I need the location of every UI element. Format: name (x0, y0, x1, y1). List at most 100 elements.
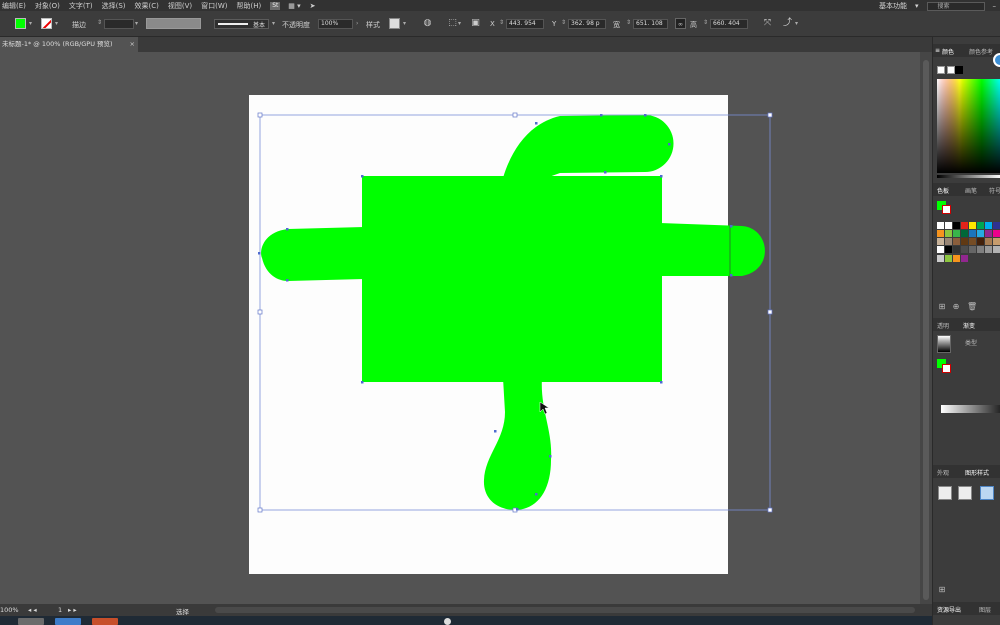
width-stepper[interactable]: ⇕ (626, 19, 631, 26)
gradient-slider[interactable] (941, 405, 1000, 413)
taskbar-app-3[interactable] (92, 618, 118, 625)
menu-help[interactable]: 帮助(H) (237, 1, 262, 11)
align-to-icon[interactable]: ⬚ (447, 18, 458, 29)
swatch-group-purple[interactable] (961, 255, 968, 262)
y-stepper[interactable]: ⇕ (561, 19, 566, 26)
artboard-nav-icon[interactable]: ◂ ◂ (28, 606, 37, 614)
swatch-mid-blue[interactable] (969, 230, 976, 237)
minimize-icon[interactable]: – (993, 2, 997, 10)
swatch-white[interactable] (945, 222, 952, 229)
swatch-tan[interactable] (937, 238, 944, 245)
more-options-icon[interactable]: ▾ (795, 20, 798, 27)
taskbar-app-1[interactable] (18, 618, 44, 625)
tab-gradient[interactable]: 渐变 (963, 321, 975, 330)
swatch-none[interactable] (937, 222, 944, 229)
swatch-taupe[interactable] (945, 238, 952, 245)
green-shape[interactable] (261, 115, 765, 510)
swatch-sky[interactable] (977, 230, 984, 237)
horizontal-scrollbar[interactable] (215, 607, 915, 613)
stroke-weight-field[interactable] (104, 19, 134, 29)
swatch-camel[interactable] (985, 238, 992, 245)
tab-symbols[interactable]: 符号 (989, 186, 1000, 195)
swatch-cyan[interactable] (985, 222, 992, 229)
swatch-green[interactable] (977, 222, 984, 229)
graphic-styles-library-icon[interactable]: ⊞ (937, 585, 947, 595)
taskbar-app-2[interactable] (55, 618, 81, 625)
swatch-dark-green[interactable] (961, 230, 968, 237)
artboard-number[interactable]: 1 (58, 606, 62, 614)
swatch-gray-50[interactable] (977, 246, 984, 253)
stroke-weight-dropdown-icon[interactable]: ▾ (135, 20, 138, 27)
fill-swatch[interactable] (15, 18, 26, 29)
vertical-scroll-thumb[interactable] (923, 60, 929, 600)
height-stepper[interactable]: ⇕ (703, 19, 708, 26)
x-stepper[interactable]: ⇕ (499, 19, 504, 26)
swatch-brown[interactable] (953, 238, 960, 245)
swatch-gray-60[interactable] (969, 246, 976, 253)
graphic-style-default[interactable] (938, 486, 952, 500)
color-fill-mini[interactable] (937, 66, 945, 74)
swatch-black[interactable] (953, 222, 960, 229)
tab-color-guide[interactable]: 颜色参考 (969, 47, 993, 56)
stroke-weight-stepper[interactable]: ⇕ (97, 19, 102, 26)
swatch-libraries-icon[interactable]: ⊞ (937, 302, 947, 312)
height-field[interactable]: 660. 404 (710, 19, 748, 29)
reference-point-icon[interactable]: ▣ (470, 18, 481, 29)
graphic-style-3[interactable] (980, 486, 994, 500)
style-dropdown-icon[interactable]: ▾ (403, 20, 406, 27)
swatch-red[interactable] (961, 222, 968, 229)
swatch-sand[interactable] (993, 238, 1000, 245)
vertical-scrollbar[interactable] (920, 52, 932, 605)
menu-edit[interactable]: 编辑(E) (2, 1, 26, 11)
tab-layers[interactable]: 图层 (979, 605, 991, 614)
swatch-lime[interactable] (945, 230, 952, 237)
menu-type[interactable]: 文字(T) (69, 1, 93, 11)
swatch-group-green[interactable] (945, 255, 952, 262)
document-tab[interactable]: 未标题-1* @ 100% (RGB/GPU 预览) × (0, 37, 138, 52)
swatch-gray-80[interactable] (953, 246, 960, 253)
color-white-mini[interactable] (947, 66, 955, 74)
gradient-stroke-swatch[interactable] (942, 364, 951, 373)
artboard-next-icon[interactable]: ▸ ▸ (68, 606, 77, 614)
menu-select[interactable]: 选择(S) (102, 1, 126, 11)
workspace-dropdown-icon[interactable]: ▾ (915, 2, 919, 10)
x-field[interactable]: 443. 954 (506, 19, 544, 29)
opacity-field[interactable]: 100% (318, 19, 353, 29)
align-dropdown-icon[interactable]: ▾ (458, 20, 461, 27)
swatch-group-orange[interactable] (953, 255, 960, 262)
recolor-artwork-icon[interactable]: ◍ (422, 18, 433, 29)
swatch-sienna[interactable] (969, 238, 976, 245)
constrain-proportions-icon[interactable]: ∞ (675, 18, 686, 29)
brush-dropdown-icon[interactable]: ▾ (272, 20, 275, 27)
fill-dropdown-icon[interactable]: ▾ (29, 20, 32, 27)
variable-width-profile[interactable] (146, 18, 201, 29)
swatch-yellow[interactable] (969, 222, 976, 229)
y-field[interactable]: 362. 98 p (568, 19, 606, 29)
search-input[interactable]: 搜索 (926, 1, 985, 11)
swatch-orange[interactable] (937, 230, 944, 237)
send-icon[interactable]: ➤ (310, 2, 316, 10)
graphic-style-2[interactable] (958, 486, 972, 500)
swatch-gray-0[interactable] (937, 246, 944, 253)
swatch-purple[interactable] (985, 230, 992, 237)
stroke-swatch[interactable] (41, 18, 52, 29)
tab-graphic-styles[interactable]: 图形样式 (965, 468, 989, 477)
menu-window[interactable]: 窗口(W) (201, 1, 227, 11)
tab-swatches[interactable]: 色板 (937, 186, 949, 195)
tab-color[interactable]: 颜色 (942, 47, 954, 56)
swatch-gray-30[interactable] (993, 246, 1000, 253)
swatch-dark-brown[interactable] (961, 238, 968, 245)
close-tab-icon[interactable]: × (130, 37, 135, 52)
swatch-gray-70[interactable] (961, 246, 968, 253)
swatch-green-2[interactable] (953, 230, 960, 237)
menu-effect[interactable]: 效果(C) (135, 1, 159, 11)
new-swatch-icon[interactable]: ⊕ (951, 302, 961, 312)
isolate-icon[interactable]: ⤴ (782, 18, 793, 29)
tab-asset-export[interactable]: 资源导出 (937, 605, 961, 614)
swatch-gray-40[interactable] (985, 246, 992, 253)
arrange-documents-icon[interactable]: ▦ ▾ (288, 2, 300, 10)
tab-appearance[interactable]: 外观 (937, 468, 949, 477)
graphic-style-swatch[interactable] (389, 18, 400, 29)
width-field[interactable]: 651. 108 (633, 19, 668, 29)
canvas[interactable] (0, 52, 920, 604)
